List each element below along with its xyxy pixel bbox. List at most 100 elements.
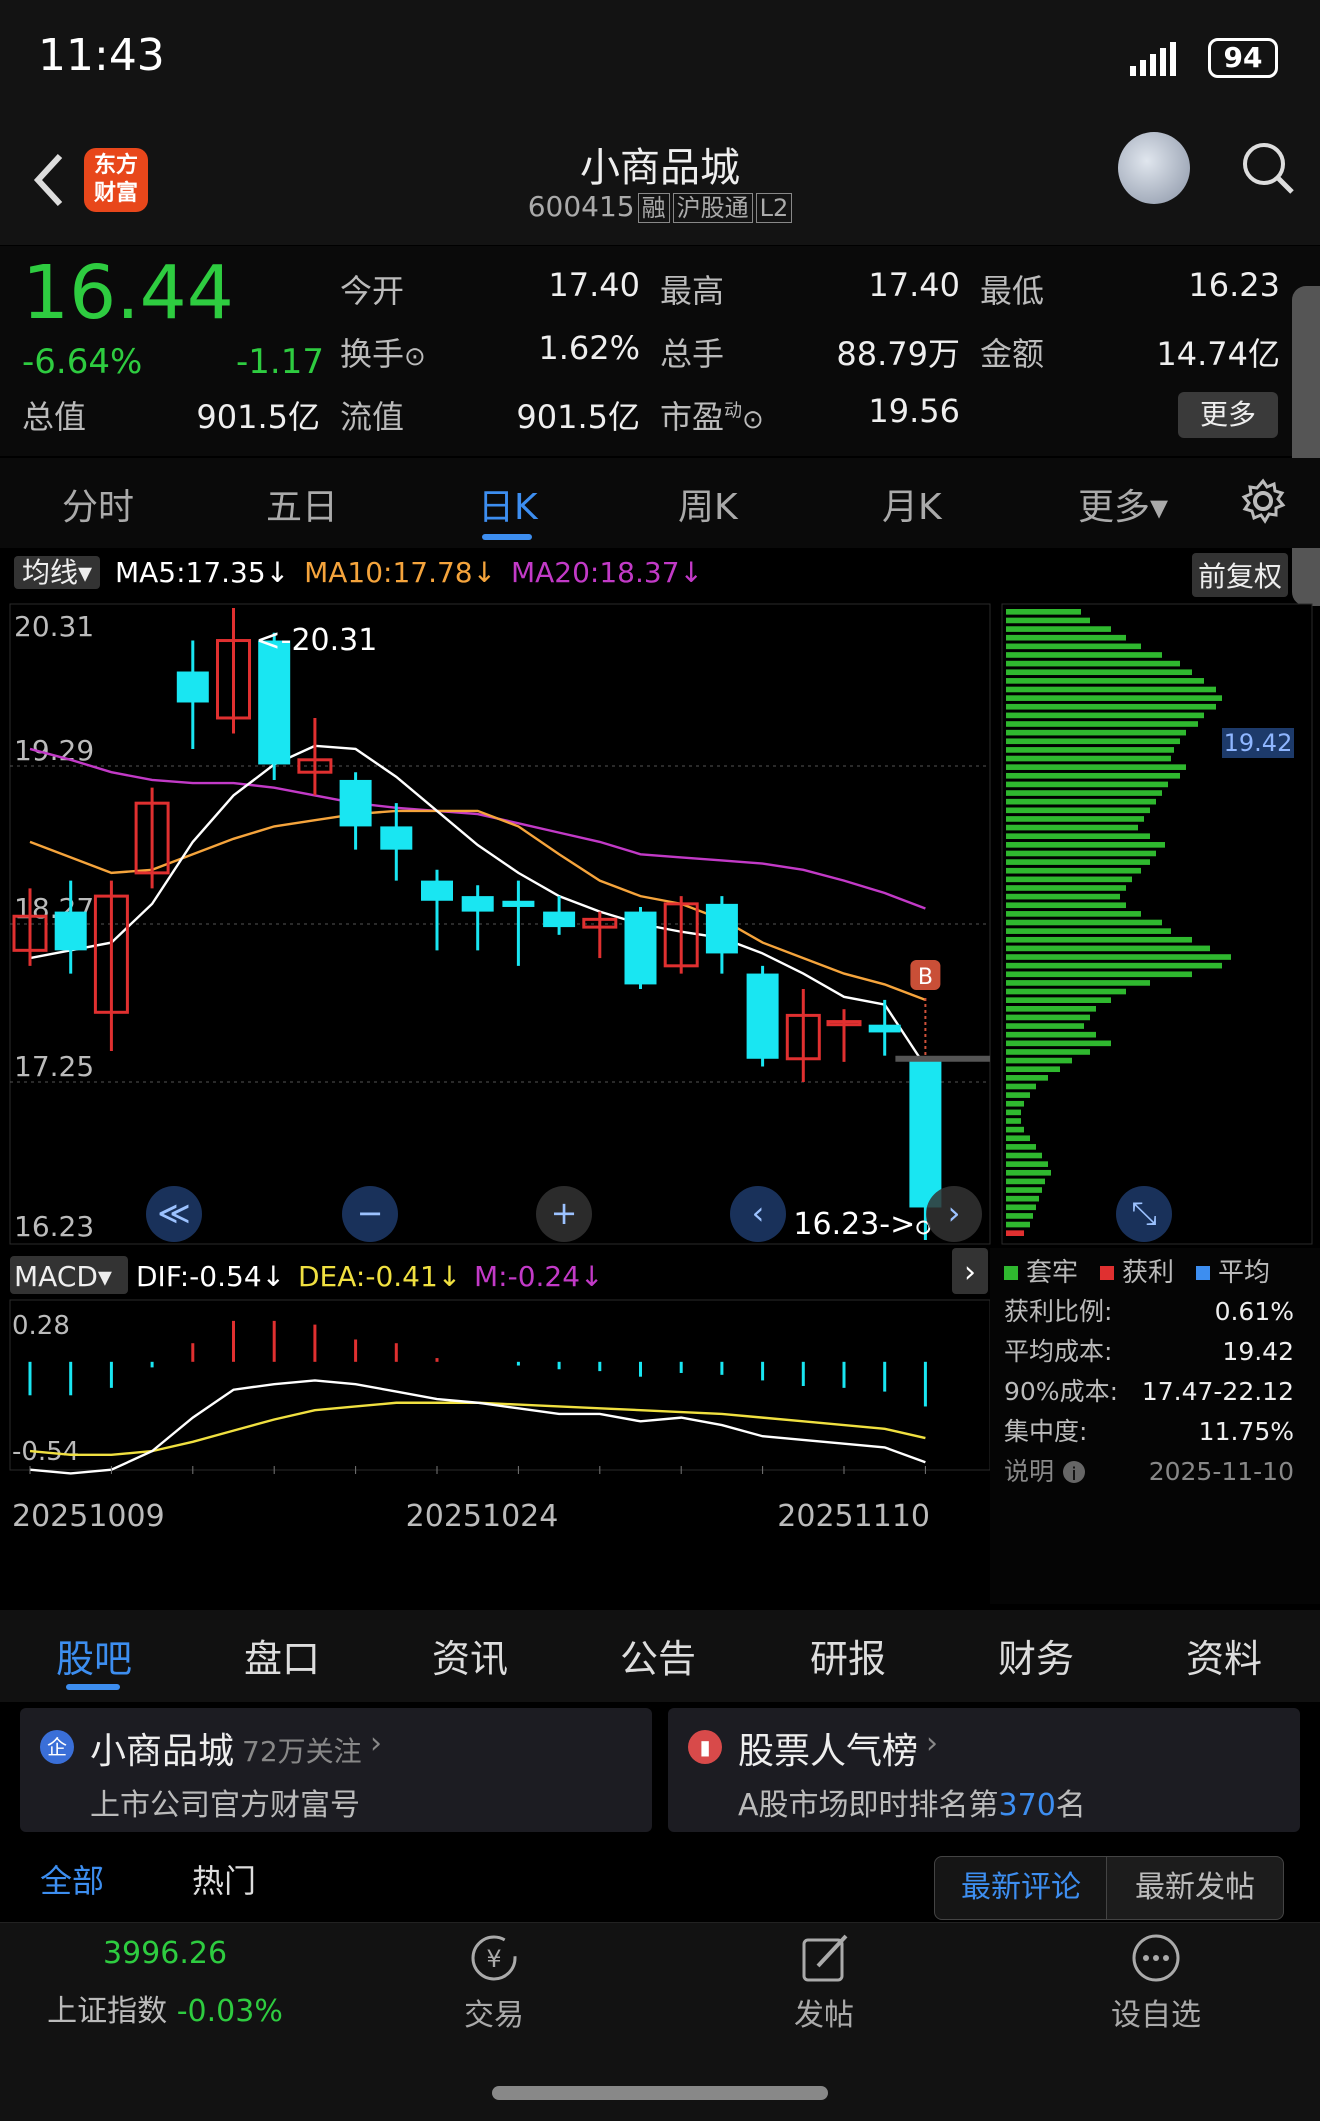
low-value: 16.23	[1188, 266, 1280, 304]
candle-body-down	[868, 1024, 901, 1033]
price-axis-label: 16.23	[14, 1210, 94, 1243]
turnover-label[interactable]: 换手⊙	[340, 329, 426, 375]
tab-research[interactable]: 研报	[810, 1628, 886, 1683]
chip-date: 2025-11-10	[1149, 1457, 1294, 1486]
expand-icon-glyph: ⤡	[1131, 1194, 1157, 1232]
low-label: 最低	[980, 272, 1045, 310]
open-label: 今开	[340, 272, 405, 310]
pe-label-text: 市盈	[660, 398, 725, 436]
float-value: 901.5亿	[516, 398, 640, 436]
tab-day-k[interactable]: 日K	[478, 478, 538, 530]
mktcap-label: 总值	[22, 398, 87, 436]
svg-text:¥: ¥	[486, 1945, 501, 1973]
date-axis-label: 20251009	[12, 1499, 165, 1534]
chip-bar	[1006, 911, 1141, 917]
max-price-label: <-20.31	[256, 623, 378, 658]
info-icon: ⊙	[404, 342, 426, 372]
index-value[interactable]: 3996.26	[0, 1936, 330, 1971]
post-label[interactable]: 发帖	[774, 1990, 874, 2034]
chip-bar	[1006, 1204, 1036, 1211]
index-line[interactable]: 上证指数 -0.03%	[0, 1986, 330, 2030]
chip-bar	[1006, 764, 1186, 770]
robot-assistant-avatar[interactable]	[1118, 132, 1190, 204]
chip-bar	[1006, 798, 1156, 805]
date-axis-band	[0, 1476, 990, 1604]
tab-finance[interactable]: 财务	[998, 1628, 1074, 1683]
tab-profile[interactable]: 资料	[1186, 1628, 1262, 1683]
add-watchlist-label[interactable]: 设自选	[1096, 1990, 1216, 2034]
legend-profit-swatch	[1100, 1266, 1114, 1280]
status-time: 11:43	[38, 30, 165, 81]
zoom-in-icon-glyph: +	[551, 1194, 578, 1232]
volume-value: 88.79万	[836, 335, 960, 373]
chip-stat-value: 0.61%	[1215, 1297, 1294, 1326]
company-account-card[interactable]: 企 小商品城 72万关注 › 上市公司官方财富号	[20, 1708, 652, 1832]
open-value: 17.40	[548, 266, 640, 304]
chip-bar	[1006, 1023, 1084, 1029]
sort-latest-post[interactable]: 最新发帖	[1106, 1856, 1284, 1920]
candle-body-down	[421, 880, 453, 901]
chip-bar	[1006, 738, 1180, 745]
chip-bar	[1006, 1092, 1030, 1098]
tab-more[interactable]: 更多▾	[1078, 478, 1168, 530]
filter-all[interactable]: 全部	[40, 1856, 104, 1902]
chip-bar	[1006, 954, 1231, 960]
filter-hot[interactable]: 热门	[192, 1856, 256, 1902]
chip-bar	[1006, 893, 1120, 900]
search-icon[interactable]	[1240, 140, 1296, 196]
more-dots-icon[interactable]	[1130, 1932, 1182, 1984]
kline-chart[interactable]: 20.3119.2918.2717.2516.23<-20.3116.23->B…	[0, 596, 1320, 1610]
scroll-left-fast-icon-glyph: ≪	[157, 1194, 191, 1232]
tab-minute[interactable]: 分时	[62, 478, 134, 530]
chevron-right-icon: ›	[370, 1726, 382, 1761]
sort-latest-comment[interactable]: 最新评论	[934, 1856, 1108, 1920]
trade-label[interactable]: 交易	[444, 1990, 544, 2034]
pe-label[interactable]: 市盈动⊙	[660, 392, 764, 438]
adjust-mode-button[interactable]: 前复权	[1192, 553, 1289, 597]
forum-tab-indicator	[66, 1684, 120, 1690]
tab-month-k[interactable]: 月K	[882, 478, 942, 530]
stock-code-line: 600415 融沪股通 L2	[0, 188, 1320, 223]
chip-bar	[1006, 936, 1192, 943]
tab-order-book[interactable]: 盘口	[244, 1628, 320, 1683]
gear-icon[interactable]	[1240, 478, 1286, 524]
chip-bar	[1006, 962, 1222, 969]
chip-bar	[1006, 686, 1216, 693]
tab-forum[interactable]: 股吧	[56, 1628, 132, 1683]
chip-bar	[1006, 1031, 1096, 1038]
sort-latest-comment-label: 最新评论	[961, 1870, 1081, 1905]
mktcap-value: 901.5亿	[196, 398, 320, 436]
date-axis-label: 20251024	[406, 1499, 559, 1534]
volume-label: 总手	[660, 335, 725, 373]
battery-icon: 94	[1208, 38, 1278, 78]
chip-bar	[1006, 1169, 1051, 1176]
candle-body-down	[339, 779, 372, 827]
tab-announcements[interactable]: 公告	[620, 1628, 696, 1683]
candle-body-down	[380, 826, 413, 850]
ma10-value: MA10:17.78↓	[304, 556, 497, 589]
chip-bar	[1006, 1040, 1111, 1047]
info-icon: ⊙	[742, 405, 764, 435]
chip-bar	[1006, 755, 1171, 762]
tag-margin: 融	[637, 193, 670, 223]
date-axis-label: 20251110	[777, 1499, 930, 1534]
chip-stat-label: 90%成本:	[1004, 1377, 1118, 1406]
chip-bar	[1006, 1066, 1060, 1073]
chip-bar	[1006, 729, 1186, 736]
legend-average-swatch	[1196, 1266, 1210, 1280]
tab-news[interactable]: 资讯	[432, 1628, 508, 1683]
tab-week-k[interactable]: 周K	[678, 478, 738, 530]
compose-icon[interactable]	[800, 1932, 852, 1984]
popularity-card[interactable]: ▮ 股票人气榜 › A股市场即时排名第370名	[668, 1708, 1300, 1832]
tab-five-day[interactable]: 五日	[266, 478, 338, 530]
more-quote-button[interactable]: 更多	[1178, 392, 1278, 438]
rank-suffix: 名	[1055, 1788, 1086, 1823]
indicator-selector[interactable]: 均线▾	[14, 556, 101, 589]
trade-icon[interactable]: ¥	[466, 1932, 522, 1984]
dif-value: DIF:-0.54↓	[136, 1260, 285, 1293]
chip-stat-label: 平均成本:	[1004, 1337, 1112, 1366]
enterprise-icon: 企	[40, 1730, 74, 1764]
chevron-right-icon: ›	[964, 1255, 976, 1290]
chip-bar	[1006, 1126, 1024, 1133]
chip-bar	[1006, 1230, 1024, 1236]
